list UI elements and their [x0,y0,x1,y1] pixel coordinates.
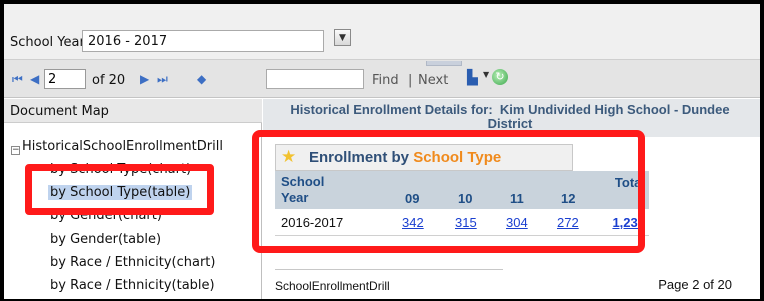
export-dropdown-icon[interactable]: ▼ [483,70,489,79]
tree-item-gender-table[interactable]: by Gender(table) [50,232,161,247]
export-icon[interactable]: ▙ [467,70,478,86]
find-text-input[interactable] [266,69,364,89]
current-page-input[interactable] [44,69,86,89]
page-count-label: of 20 [92,73,126,88]
highlight-box-document-map [25,164,214,215]
tree-item-race-chart[interactable]: by Race / Ethnicity(chart) [50,255,215,270]
report-toolbar: ⏮ ◀ of 20 ▶ ⏭ ◆ Find | Next ▙ ▼ ↻ [4,60,760,98]
prev-page-icon[interactable]: ◀ [30,72,39,86]
find-next-link[interactable]: Next [418,73,448,88]
last-page-icon[interactable]: ⏭ [157,72,168,87]
footer-divider [275,269,503,270]
first-page-icon[interactable]: ⏮ [12,72,23,87]
parameter-collapse-handle[interactable] [426,61,462,66]
school-year-select[interactable] [82,30,324,52]
highlight-box-enrollment-table [252,130,645,253]
find-link[interactable]: Find [372,73,399,88]
parameter-bar: School Year ▼ [4,4,760,60]
document-map-header: Document Map [4,99,262,123]
find-separator: | [408,73,413,88]
footer-page-number: Page 2 of 20 [658,277,732,292]
report-title: Historical Enrollment Details for: Kim U… [275,103,745,131]
tree-collapse-icon[interactable]: − [11,146,20,155]
tree-root-item[interactable]: HistoricalSchoolEnrollmentDrill [22,139,223,154]
tree-item-race-table[interactable]: by Race / Ethnicity(table) [50,278,215,293]
document-map-title: Document Map [10,104,109,119]
report-title-text: Historical Enrollment Details for: [290,102,493,117]
school-year-label: School Year [10,35,85,50]
footer-report-name: SchoolEnrollmentDrill [275,279,390,293]
refresh-icon[interactable]: ↻ [492,69,508,85]
next-page-icon[interactable]: ▶ [140,72,149,86]
back-icon[interactable]: ◆ [197,72,206,86]
report-school-name: Kim Undivided High School - Dundee Distr… [487,102,730,131]
chevron-down-icon[interactable]: ▼ [334,29,351,46]
